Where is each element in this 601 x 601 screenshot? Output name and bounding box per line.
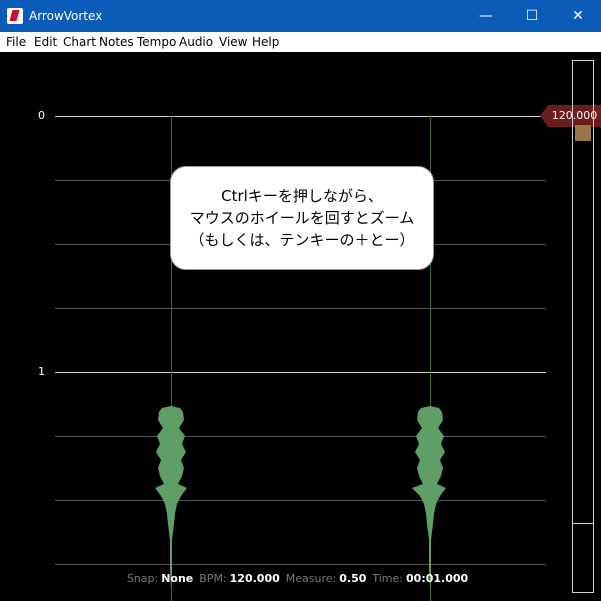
scroll-position-thumb[interactable] — [575, 125, 591, 141]
measure-value: 0.50 — [339, 572, 367, 585]
title-bar[interactable]: ArrowVortex — ☐ ✕ — [0, 0, 601, 32]
minimize-button[interactable]: — — [463, 0, 509, 32]
time-label: Time: — [372, 572, 404, 585]
measure-label: Measure: — [285, 572, 337, 585]
menu-bar: File Edit Chart Notes Tempo Audio View H… — [0, 32, 601, 53]
zoom-help-tooltip: Ctrlキーを押しながら、 マウスのホイールを回すとズーム （もしくは、テンキー… — [170, 166, 434, 270]
close-button[interactable]: ✕ — [555, 0, 601, 32]
menu-file[interactable]: File — [6, 34, 26, 50]
menu-tempo[interactable]: Tempo — [137, 34, 176, 50]
measure-number-0: 0 — [38, 109, 45, 122]
beat-line — [55, 308, 546, 309]
menu-chart[interactable]: Chart — [63, 34, 96, 50]
measure-line — [55, 116, 546, 117]
menu-view[interactable]: View — [219, 34, 247, 50]
snap-label: Snap: — [126, 572, 159, 585]
menu-audio[interactable]: Audio — [179, 34, 213, 50]
menu-help[interactable]: Help — [252, 34, 279, 50]
window-title: ArrowVortex — [29, 9, 103, 23]
scrollbar-divider — [572, 523, 594, 524]
bpm-label: BPM: — [199, 572, 227, 585]
menu-edit[interactable]: Edit — [34, 34, 57, 50]
status-bar: Snap: None BPM: 120.000 Measure: 0.50 Time: 00:… — [0, 572, 601, 592]
snap-value: None — [161, 572, 194, 585]
measure-number-1: 1 — [38, 365, 45, 378]
tooltip-line-1: Ctrlキーを押しながら、 — [221, 187, 383, 205]
arrowvortex-app-icon — [7, 8, 23, 24]
measure-line — [55, 372, 546, 373]
bpm-value: 120.000 — [229, 572, 280, 585]
menu-notes[interactable]: Notes — [99, 34, 134, 50]
tooltip-line-3: （もしくは、テンキーの＋とー） — [189, 231, 415, 249]
tooltip-line-2: マウスのホイールを回すとズーム — [189, 209, 415, 227]
audio-waveform — [155, 406, 446, 590]
maximize-button[interactable]: ☐ — [509, 0, 555, 32]
time-value: 00:01.000 — [406, 572, 469, 585]
